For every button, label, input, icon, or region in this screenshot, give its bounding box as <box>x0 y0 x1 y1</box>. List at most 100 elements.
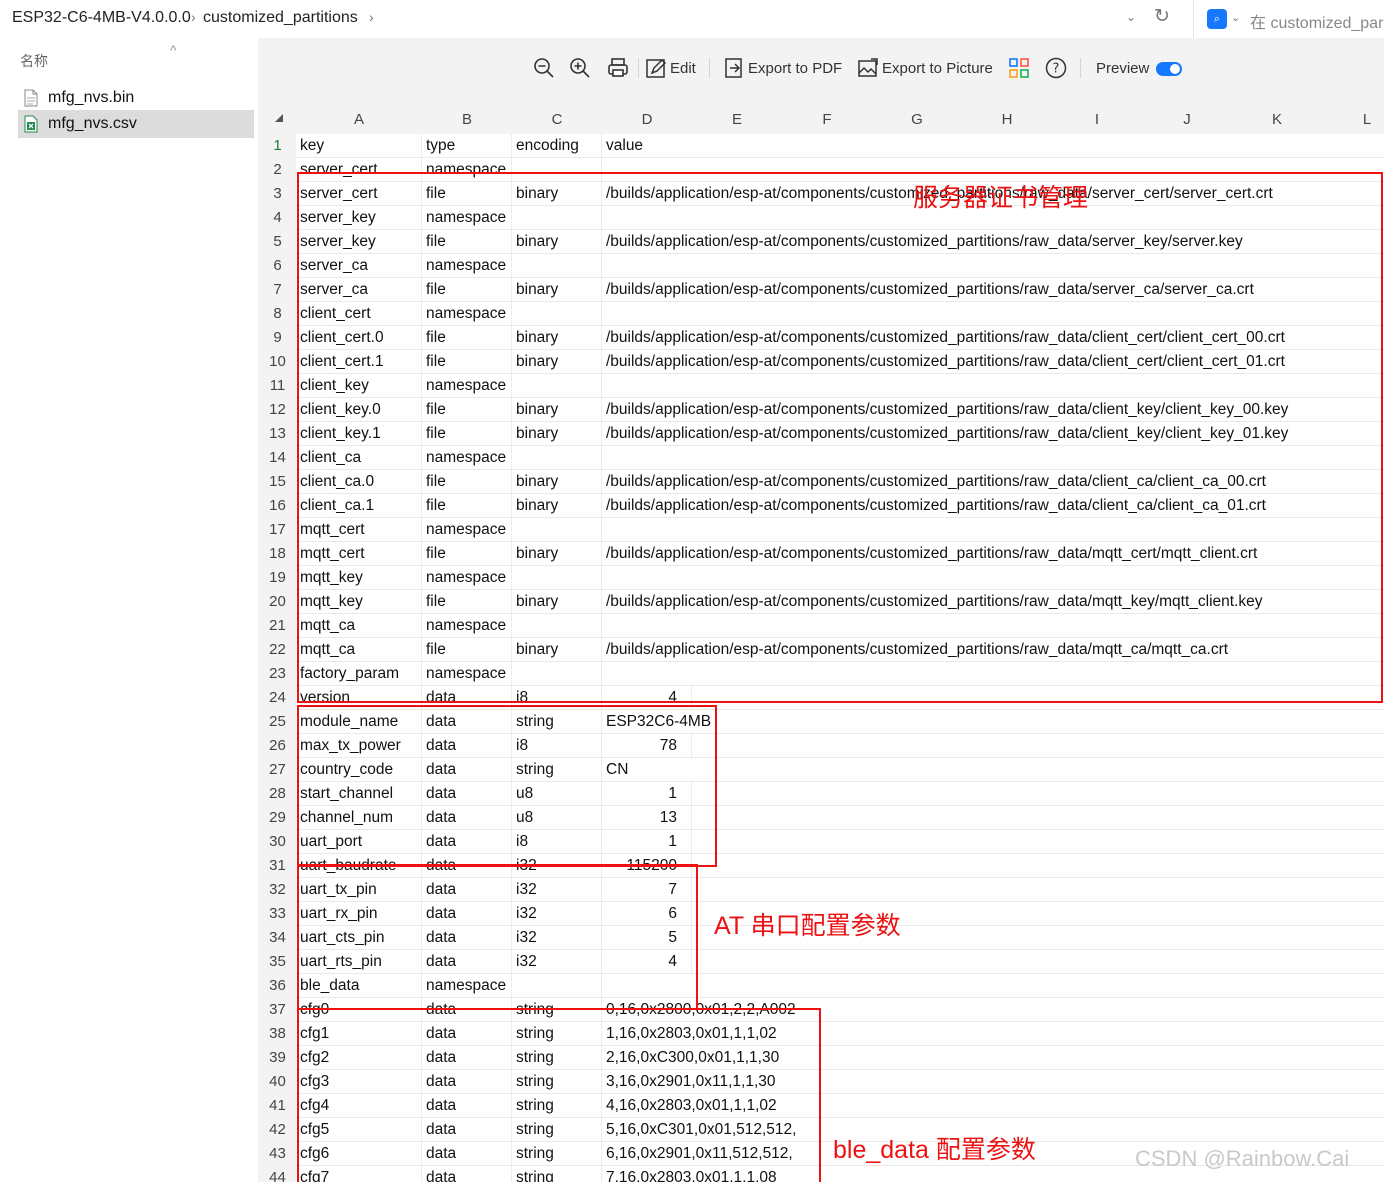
cell-key[interactable]: key <box>296 134 422 158</box>
column-header-c[interactable]: C <box>512 100 602 134</box>
cell-value[interactable]: 4,16,0x2803,0x01,1,1,02 <box>602 1094 777 1118</box>
cell-type[interactable]: data <box>422 926 512 950</box>
row-number[interactable]: 27 <box>259 758 296 782</box>
cell-encoding[interactable]: i32 <box>512 854 602 878</box>
sort-caret-icon[interactable]: ^ <box>170 42 177 58</box>
search-box[interactable]: ⌕ ⌄ 在 customized_par <box>1193 0 1384 38</box>
cell-key[interactable]: client_cert.1 <box>296 350 422 374</box>
cell-key[interactable]: cfg1 <box>296 1022 422 1046</box>
cell-value[interactable]: 13 <box>602 806 692 830</box>
cell-type[interactable]: data <box>422 1166 512 1182</box>
cell-key[interactable]: uart_cts_pin <box>296 926 422 950</box>
row-number[interactable]: 32 <box>259 878 296 902</box>
cell-key[interactable]: client_cert <box>296 302 422 326</box>
row-number[interactable]: 2 <box>259 158 296 182</box>
cell-encoding[interactable]: string <box>512 758 602 782</box>
cell-key[interactable]: cfg6 <box>296 1142 422 1166</box>
cell-key[interactable]: country_code <box>296 758 422 782</box>
cell-encoding[interactable] <box>512 974 602 998</box>
cell-key[interactable]: client_key.1 <box>296 422 422 446</box>
cell-type[interactable]: file <box>422 230 512 254</box>
cell-encoding[interactable]: string <box>512 710 602 734</box>
cell-value[interactable]: /builds/application/esp-at/components/cu… <box>602 230 1243 254</box>
cell-type[interactable]: file <box>422 350 512 374</box>
cell-key[interactable]: uart_tx_pin <box>296 878 422 902</box>
cell-key[interactable]: uart_rts_pin <box>296 950 422 974</box>
cell-value[interactable]: 4 <box>602 950 692 974</box>
cell-type[interactable]: file <box>422 326 512 350</box>
cell-value[interactable] <box>602 158 692 182</box>
cell-type[interactable]: data <box>422 758 512 782</box>
cell-value[interactable] <box>602 374 692 398</box>
cell-key[interactable]: uart_baudrate <box>296 854 422 878</box>
cell-type[interactable]: data <box>422 806 512 830</box>
cell-value[interactable] <box>602 302 692 326</box>
breadcrumb-root[interactable]: ESP32-C6-4MB-V4.0.0.0 <box>12 9 191 27</box>
row-number[interactable]: 31 <box>259 854 296 878</box>
cell-type[interactable]: namespace <box>422 566 512 590</box>
row-number[interactable]: 34 <box>259 926 296 950</box>
cell-type[interactable]: file <box>422 590 512 614</box>
file-item-csv[interactable]: mfg_nvs.csv <box>18 110 254 138</box>
row-number[interactable]: 30 <box>259 830 296 854</box>
cell-value[interactable]: /builds/application/esp-at/components/cu… <box>602 398 1288 422</box>
cell-key[interactable]: client_ca.0 <box>296 470 422 494</box>
zoom-in-button[interactable] <box>568 56 592 80</box>
column-header-g[interactable]: G <box>872 100 962 134</box>
cell-value[interactable]: /builds/application/esp-at/components/cu… <box>602 590 1263 614</box>
row-number[interactable]: 42 <box>259 1118 296 1142</box>
row-number[interactable]: 35 <box>259 950 296 974</box>
cell-encoding[interactable]: string <box>512 998 602 1022</box>
row-number[interactable]: 44 <box>259 1166 296 1182</box>
cell-value[interactable] <box>602 662 692 686</box>
cell-encoding[interactable] <box>512 614 602 638</box>
row-number[interactable]: 3 <box>259 182 296 206</box>
cell-type[interactable]: data <box>422 686 512 710</box>
cell-encoding[interactable]: i8 <box>512 686 602 710</box>
row-number[interactable]: 17 <box>259 518 296 542</box>
cell-type[interactable]: namespace <box>422 662 512 686</box>
cell-value[interactable] <box>602 614 692 638</box>
search-icon[interactable]: ⌕ <box>1207 9 1227 29</box>
cell-encoding[interactable]: binary <box>512 398 602 422</box>
cell-encoding[interactable]: binary <box>512 230 602 254</box>
cell-type[interactable]: namespace <box>422 254 512 278</box>
cell-value[interactable]: 78 <box>602 734 692 758</box>
column-header-e[interactable]: E <box>692 100 782 134</box>
cell-value[interactable]: /builds/application/esp-at/components/cu… <box>602 638 1228 662</box>
cell-type[interactable]: namespace <box>422 974 512 998</box>
cell-value[interactable]: /builds/application/esp-at/components/cu… <box>602 326 1285 350</box>
cell-type[interactable]: file <box>422 398 512 422</box>
cell-encoding[interactable]: i32 <box>512 950 602 974</box>
export-pdf-button[interactable]: Export to PDF <box>722 56 842 80</box>
row-number[interactable]: 39 <box>259 1046 296 1070</box>
cell-value[interactable]: CN <box>602 758 692 782</box>
cell-key[interactable]: server_ca <box>296 254 422 278</box>
cell-key[interactable]: server_cert <box>296 158 422 182</box>
cell-type[interactable]: namespace <box>422 206 512 230</box>
cell-value[interactable] <box>602 566 692 590</box>
row-number[interactable]: 11 <box>259 374 296 398</box>
cell-value[interactable]: /builds/application/esp-at/components/cu… <box>602 422 1288 446</box>
cell-type[interactable]: data <box>422 998 512 1022</box>
cell-type[interactable]: data <box>422 902 512 926</box>
cell-encoding[interactable]: u8 <box>512 806 602 830</box>
cell-value[interactable]: /builds/application/esp-at/components/cu… <box>602 542 1257 566</box>
search-input[interactable]: 在 customized_par <box>1250 9 1383 33</box>
cell-value[interactable]: 1 <box>602 782 692 806</box>
select-all-corner[interactable] <box>259 100 296 134</box>
cell-encoding[interactable]: i32 <box>512 926 602 950</box>
cell-key[interactable]: server_key <box>296 206 422 230</box>
row-number[interactable]: 9 <box>259 326 296 350</box>
row-number[interactable]: 14 <box>259 446 296 470</box>
column-header-k[interactable]: K <box>1232 100 1322 134</box>
cell-type[interactable]: data <box>422 782 512 806</box>
column-header-a[interactable]: A <box>296 100 422 134</box>
cell-encoding[interactable]: binary <box>512 494 602 518</box>
cell-key[interactable]: cfg0 <box>296 998 422 1022</box>
row-number[interactable]: 10 <box>259 350 296 374</box>
cell-key[interactable]: version <box>296 686 422 710</box>
cell-key[interactable]: start_channel <box>296 782 422 806</box>
cell-encoding[interactable] <box>512 302 602 326</box>
cell-type[interactable]: data <box>422 854 512 878</box>
